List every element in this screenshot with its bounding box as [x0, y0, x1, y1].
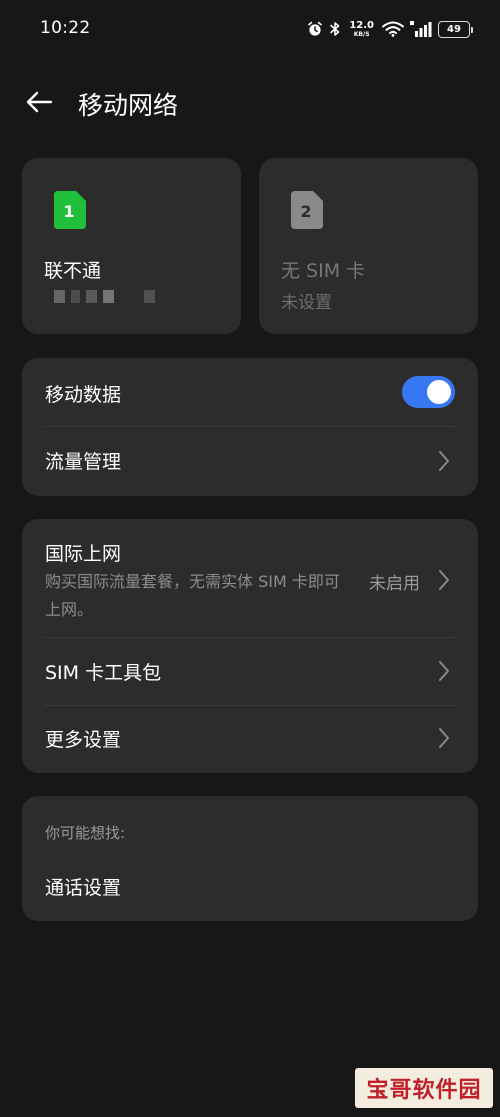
mobile-data-label: 移动数据	[45, 384, 122, 406]
mobile-data-row[interactable]: 移动数据	[22, 358, 478, 426]
net-speed-indicator: 12.0 KB/S	[349, 19, 374, 38]
sim-1-badge: 1	[63, 202, 74, 221]
status-icons: 12.0 KB/S 49	[307, 18, 473, 40]
chevron-right-icon	[439, 728, 449, 748]
battery-indicator: 49	[438, 20, 473, 38]
status-time: 10:22	[40, 18, 91, 38]
chevron-right-icon	[439, 451, 449, 471]
sim-toolkit-label: SIM 卡工具包	[45, 662, 162, 684]
back-button[interactable]	[20, 84, 58, 120]
watermark: 宝哥软件园	[355, 1068, 493, 1108]
more-settings-label: 更多设置	[45, 729, 122, 751]
chevron-right-icon	[439, 661, 449, 681]
sim-1-number-redacted	[54, 290, 155, 303]
international-roaming-row[interactable]: 国际上网 购买国际流量套餐，无需实体 SIM 卡即可上网。 未启用	[22, 519, 478, 637]
alarm-icon	[308, 21, 323, 36]
sim-card-2[interactable]: 2 无 SIM 卡 未设置	[259, 158, 478, 334]
arrow-left-icon	[26, 91, 53, 113]
sim-1-icon: 1	[54, 191, 86, 229]
sim-2-icon: 2	[291, 191, 323, 229]
traffic-management-row[interactable]: 流量管理	[22, 427, 478, 496]
more-options-group: 国际上网 购买国际流量套餐，无需实体 SIM 卡即可上网。 未启用 SIM 卡工…	[22, 519, 478, 773]
sim-2-badge: 2	[300, 202, 311, 221]
sim-1-name: 联不通	[44, 260, 102, 282]
international-roaming-status: 未启用	[369, 574, 420, 594]
call-settings-label: 通话设置	[45, 877, 122, 899]
more-settings-row[interactable]: 更多设置	[22, 706, 478, 773]
wifi-icon	[382, 21, 404, 37]
sim-card-1[interactable]: 1 联不通	[22, 158, 241, 334]
suggestions-group: 你可能想找: 通话设置	[22, 796, 478, 921]
bluetooth-icon	[330, 22, 340, 36]
net-speed-unit: KB/S	[353, 30, 370, 38]
suggestions-caption: 你可能想找:	[45, 824, 126, 842]
chevron-right-icon	[439, 570, 449, 590]
net-speed-value: 12.0	[349, 19, 374, 31]
traffic-management-label: 流量管理	[45, 451, 122, 473]
cellular-signal-icon	[410, 21, 432, 37]
status-bar: 10:22 12.0 KB/S 49	[0, 0, 500, 58]
toggle-knob	[427, 380, 451, 404]
page-title: 移动网络	[78, 91, 179, 120]
mobile-data-toggle[interactable]	[402, 376, 455, 408]
mobile-data-group: 移动数据 流量管理	[22, 358, 478, 496]
sim-toolkit-row[interactable]: SIM 卡工具包	[22, 638, 478, 705]
international-roaming-description: 购买国际流量套餐，无需实体 SIM 卡即可上网。	[45, 572, 340, 619]
sim-2-status: 未设置	[281, 293, 332, 313]
header: 移动网络	[0, 80, 500, 124]
international-roaming-title: 国际上网	[45, 543, 122, 565]
sim-2-name: 无 SIM 卡	[281, 260, 366, 282]
call-settings-row[interactable]: 通话设置	[22, 856, 478, 921]
